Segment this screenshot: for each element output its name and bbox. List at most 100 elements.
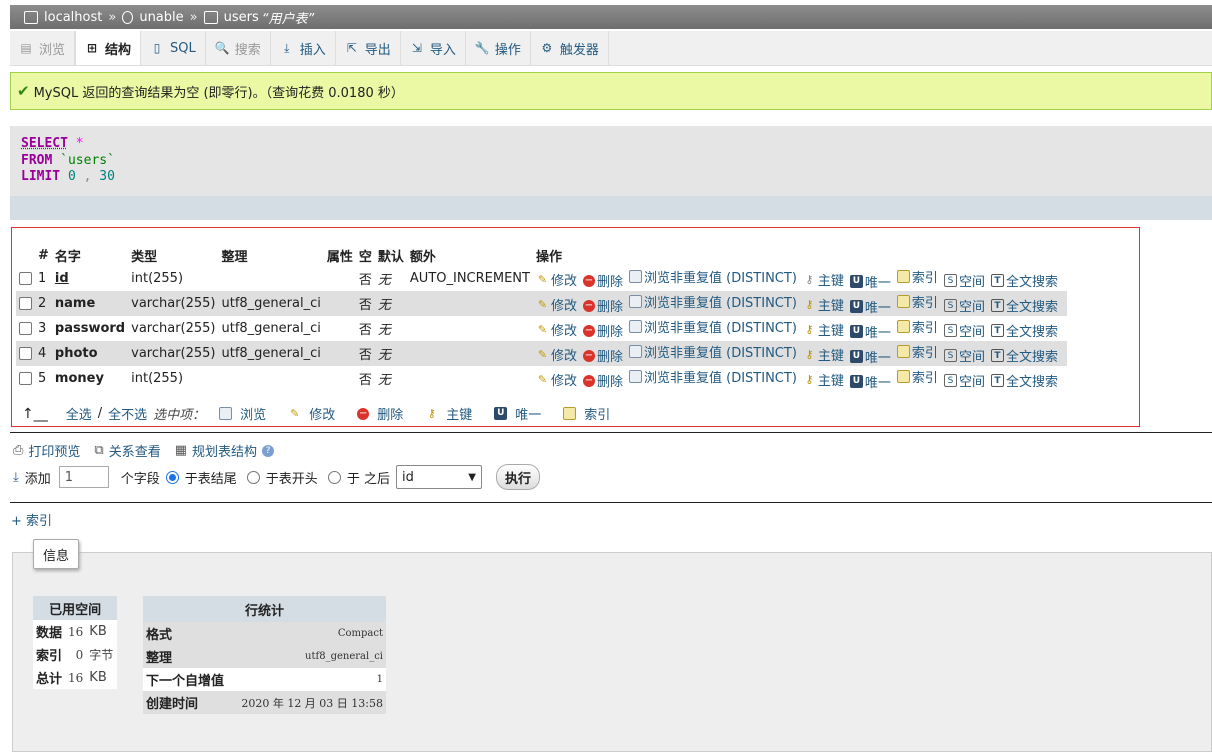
bulk-drop-button[interactable]: − 删除 [357,404,403,423]
edit-button[interactable]: ✎ 修改 [536,270,577,289]
index-button-label: 索引 [911,270,938,286]
index-button[interactable]: 索引 [896,267,938,286]
primary-key-button[interactable]: ⚷ 主键 [803,295,844,314]
column-name-text[interactable]: password [55,321,125,336]
index-button[interactable]: 索引 [896,292,938,311]
edit-button[interactable]: ✎ 修改 [536,320,577,339]
drop-button[interactable]: − 删除 [582,371,623,390]
spatial-button[interactable]: S 空间 [943,296,985,315]
help-icon[interactable]: ? [262,444,275,457]
tab-structure[interactable]: ⊞ 结构 [75,31,142,65]
table-row: 4 photo varchar(255) utf8_general_ci 否无 ✎ 修改 − 删… [16,341,1067,366]
edit-button-label: 修改 [550,273,577,289]
tab-bar: ▤ 浏览 ⊞ 结构 ▯ SQL 🔍 搜索 ⤓ 插入 ⇱ 导出 ⇲ 导入 🔧 操作 ⚙ 触发器 [10,31,1212,66]
bulk-index-button[interactable]: 索引 [563,404,610,423]
row-checkbox[interactable] [19,272,32,285]
spatial-button[interactable]: S 空间 [943,321,985,340]
table-row: 2 name varchar(255) utf8_general_ci 否无 ✎ 修改 − 删除… [16,291,1067,316]
relation-view-link[interactable]: ⧉ 关系查看 [94,441,160,460]
unique-button[interactable]: U 唯一 [849,297,891,316]
column-name-text[interactable]: id [55,271,69,286]
drop-button[interactable]: − 删除 [582,271,623,290]
fulltext-button[interactable]: T 全文搜索 [990,271,1058,290]
edit-button[interactable]: ✎ 修改 [536,370,577,389]
index-button[interactable]: 索引 [896,317,938,336]
tab-wrench[interactable]: 🔧 操作 [466,31,531,65]
add-index-link[interactable]: + 索引 [11,510,52,529]
unique-button[interactable]: U 唯一 [849,322,891,341]
tab-trigger[interactable]: ⚙ 触发器 [531,31,609,65]
fulltext-button[interactable]: T 全文搜索 [990,371,1058,390]
primary-key-button[interactable]: ⚷ 主键 [803,345,844,364]
column-name[interactable]: password [51,316,129,341]
edit-button[interactable]: ✎ 修改 [536,345,577,364]
relation-icon: ⧉ [94,443,104,458]
primary-key-button[interactable]: ⚷ 主键 [803,370,844,389]
row-checkbox[interactable] [19,322,32,335]
bulk-edit-label: 修改 [309,408,336,423]
after-column-select[interactable]: id ▼ [395,465,482,489]
propose-structure-link[interactable]: ▦ 规划表结构? [175,441,275,460]
tab-import[interactable]: ⇲ 导入 [401,31,466,65]
sql-select-keyword[interactable]: SELECT [21,136,68,151]
bulk-primary-button[interactable]: ⚷ 主键 [425,404,473,423]
row-creation-value: 2020 年 12 月 03 日 13:58 [229,691,386,714]
column-name[interactable]: photo [51,341,129,366]
at-end-radio[interactable] [165,470,179,484]
fulltext-button[interactable]: T 全文搜索 [990,296,1058,315]
drop-button-label: 删除 [596,325,623,340]
unique-button[interactable]: U 唯一 [849,347,891,366]
index-button[interactable]: 索引 [896,367,938,386]
breadcrumb-table[interactable]: users [224,10,259,25]
fulltext-button[interactable]: T 全文搜索 [990,321,1058,340]
after-column-radio[interactable] [327,470,341,484]
uncheck-all-link[interactable]: 全不选 [108,404,147,423]
column-default: 无 [374,291,407,316]
bulk-unique-button[interactable]: U 唯一 [494,404,541,423]
tab-label: 结构 [105,42,132,58]
drop-button[interactable]: − 删除 [582,296,623,315]
tab-insert[interactable]: ⤓ 插入 [271,31,336,65]
spatial-button[interactable]: S 空间 [943,371,985,390]
browse-distinct-button[interactable]: 浏览非重复值 (DISTINCT) [629,267,797,286]
primary-key-button[interactable]: ⚷ 主键 [803,270,844,289]
bulk-unique-label: 唯一 [515,408,542,423]
drop-button[interactable]: − 删除 [582,321,623,340]
tab-export[interactable]: ⇱ 导出 [336,31,401,65]
tab-table[interactable]: ▤ 浏览 [10,31,76,65]
column-name-text[interactable]: money [55,371,104,386]
at-beginning-radio[interactable] [246,470,260,484]
print-view-link[interactable]: ⎙ 打印预览 [13,441,80,460]
browse-distinct-button[interactable]: 浏览非重复值 (DISTINCT) [629,367,797,386]
check-all-link[interactable]: 全选 [66,404,92,423]
column-name[interactable]: money [51,366,129,391]
tab-search[interactable]: 🔍 搜索 [206,31,271,65]
bulk-browse-button[interactable]: 浏览 [219,404,266,423]
drop-button[interactable]: − 删除 [582,346,623,365]
browse-distinct-button[interactable]: 浏览非重复值 (DISTINCT) [629,317,797,336]
browse-distinct-button[interactable]: 浏览非重复值 (DISTINCT) [629,292,797,311]
row-checkbox[interactable] [19,297,32,310]
column-name[interactable]: id [51,266,129,291]
spatial-button[interactable]: S 空间 [943,271,985,290]
with-selected-label: 选中项： [153,408,206,423]
column-name[interactable]: name [51,291,129,316]
tab-sql[interactable]: ▯ SQL [141,31,206,65]
add-column-go-button[interactable]: 执行 [495,464,540,490]
fulltext-button[interactable]: T 全文搜索 [990,346,1058,365]
bulk-edit-button[interactable]: ✎ 修改 [288,404,335,423]
index-button[interactable]: 索引 [896,342,938,361]
unique-button[interactable]: U 唯一 [849,372,891,391]
breadcrumb-database[interactable]: unable [139,10,183,25]
primary-key-button[interactable]: ⚷ 主键 [803,320,844,339]
row-checkbox[interactable] [19,372,32,385]
add-column-count-input[interactable] [58,466,109,488]
spatial-button[interactable]: S 空间 [943,346,985,365]
breadcrumb-server[interactable]: localhost [44,10,102,25]
edit-button[interactable]: ✎ 修改 [536,295,577,314]
unique-button[interactable]: U 唯一 [849,272,891,291]
browse-distinct-button[interactable]: 浏览非重复值 (DISTINCT) [629,342,797,361]
row-checkbox[interactable] [19,347,32,360]
column-name-text[interactable]: name [55,296,95,311]
column-name-text[interactable]: photo [55,346,98,361]
